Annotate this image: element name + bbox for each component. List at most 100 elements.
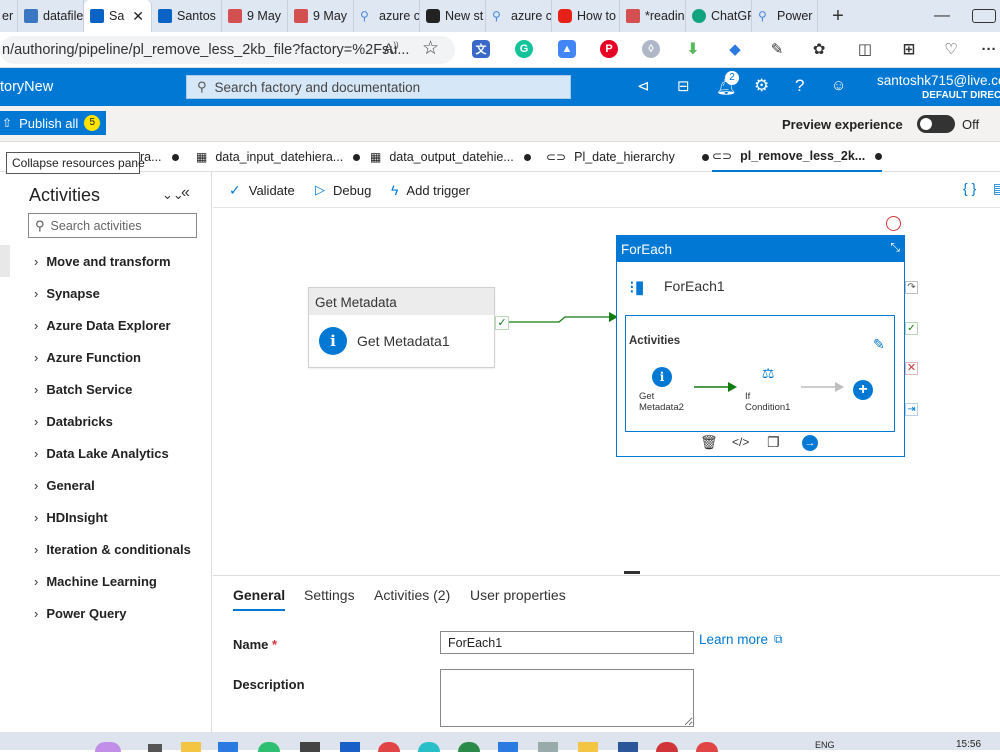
foreach-inner-activities[interactable]: Activities ✎ i Get Metadata2 ⚖ If Conditio… <box>625 315 895 432</box>
activity-group[interactable]: › Synapse <box>34 286 100 301</box>
activity-group[interactable]: › Machine Learning <box>34 574 157 589</box>
close-tab-icon[interactable]: ✕ <box>132 8 144 25</box>
tab-activities[interactable]: Activities (2) <box>374 587 450 603</box>
copy-icon[interactable]: ❐ <box>767 434 780 451</box>
translate-extension-icon[interactable]: 文 <box>472 40 490 58</box>
browser-tab[interactable]: New st <box>420 0 486 32</box>
get-metadata-activity[interactable]: Get Metadata i Get Metadata1 <box>308 287 495 368</box>
announcement-icon[interactable]: ⊲ <box>637 77 650 95</box>
app-icon[interactable] <box>538 742 558 752</box>
browser-tab[interactable]: datafile <box>18 0 84 32</box>
browser-tab[interactable]: 9 May <box>222 0 288 32</box>
app-icon[interactable] <box>458 742 480 752</box>
browser-essentials-icon[interactable]: ♡ <box>942 40 960 58</box>
success-output-icon[interactable]: ✓ <box>905 322 918 335</box>
add-output-icon[interactable]: → <box>802 435 818 451</box>
help-icon[interactable]: ? <box>795 76 804 96</box>
app-icon[interactable] <box>578 742 598 752</box>
pen-extension-icon[interactable]: ✎ <box>768 40 786 58</box>
settings-gear-icon[interactable]: ⚙ <box>754 76 769 96</box>
edge-icon[interactable] <box>418 742 440 752</box>
browser-tab[interactable]: How to <box>552 0 620 32</box>
language-indicator[interactable]: ENG <box>815 740 835 750</box>
app-icon[interactable] <box>656 742 678 752</box>
app-icon[interactable] <box>378 742 400 752</box>
skip-output-icon[interactable]: ↷ <box>905 281 918 294</box>
browser-tab[interactable]: 9 May <box>288 0 354 32</box>
feedback-icon[interactable]: ☺ <box>831 77 846 94</box>
browser-tab[interactable]: ChatGF <box>686 0 752 32</box>
pipeline-tab[interactable]: ra... <box>140 142 179 172</box>
collapse-icon[interactable]: ⤡ <box>890 240 900 255</box>
activity-group[interactable]: › Power Query <box>34 606 127 621</box>
browser-tab[interactable]: er <box>0 0 18 32</box>
foreach-activity[interactable]: ForEach ⤡ ⁝▮ ForEach1 Activities ✎ i Get… <box>616 235 905 457</box>
read-aloud-icon[interactable]: A)) <box>384 40 399 56</box>
completion-output-icon[interactable]: ⇥ <box>905 403 918 416</box>
grammarly-icon[interactable]: G <box>515 40 533 58</box>
add-trigger-button[interactable]: ϟ Add trigger <box>391 182 470 198</box>
browser-tab[interactable]: ⚲ azure c <box>486 0 552 32</box>
name-input[interactable] <box>440 631 694 654</box>
failure-output-icon[interactable]: ✕ <box>905 362 918 375</box>
success-output-icon[interactable]: ✓ <box>495 316 509 330</box>
browser-tab[interactable]: Santos <box>152 0 222 32</box>
activity-group[interactable]: › Azure Function <box>34 350 141 365</box>
browser-tab[interactable]: *readin <box>620 0 686 32</box>
publish-all-button[interactable]: ⇧ Publish all 5 <box>0 111 106 135</box>
collections-icon[interactable]: ⊞ <box>900 40 918 58</box>
factory-search-input[interactable]: ⚲ Search factory and documentation <box>186 75 571 99</box>
pane-resize-handle[interactable] <box>624 571 640 574</box>
shield-extension-icon[interactable]: ◊ <box>642 40 660 58</box>
app-icon[interactable] <box>340 742 360 752</box>
split-screen-icon[interactable]: ◫ <box>856 40 874 58</box>
activity-group[interactable]: › Batch Service <box>34 382 132 397</box>
pinterest-icon[interactable]: P <box>600 40 618 58</box>
activity-group[interactable]: › Databricks <box>34 414 113 429</box>
description-textarea[interactable] <box>440 669 694 727</box>
file-explorer-icon[interactable] <box>181 742 201 752</box>
search-activities-input[interactable]: ⚲ Search activities <box>28 213 197 238</box>
mail-icon[interactable] <box>218 742 238 752</box>
widgets-icon[interactable] <box>95 742 121 752</box>
validate-button[interactable]: ✓ Validate <box>229 182 295 199</box>
properties-icon[interactable]: ▤ <box>993 180 1000 197</box>
browser-tab[interactable]: ⚲ azure c <box>354 0 420 32</box>
breakpoint-icon[interactable] <box>886 216 901 231</box>
clock-time[interactable]: 15:56 <box>956 739 981 750</box>
minimize-button[interactable]: — <box>912 7 972 25</box>
app-icon[interactable] <box>258 742 280 752</box>
maximize-button[interactable] <box>972 9 996 23</box>
app-icon[interactable] <box>498 742 518 752</box>
delete-icon[interactable]: 🗑︎ <box>700 434 718 451</box>
activity-group[interactable]: › Data Lake Analytics <box>34 446 169 461</box>
google-extension-icon[interactable]: ▲ <box>558 40 576 58</box>
tag-extension-icon[interactable]: ◆ <box>726 40 744 58</box>
pipeline-tab[interactable]: ▦ data_output_datehie... <box>370 142 531 172</box>
pipeline-tab[interactable]: ▦ data_input_datehiera... <box>196 142 361 172</box>
pipeline-canvas[interactable]: ✓ Validate ▷ Debug ϟ Add trigger { } ▤ Get … <box>213 172 1000 570</box>
debug-button[interactable]: ▷ Debug <box>315 182 371 198</box>
tab-settings[interactable]: Settings <box>304 587 355 603</box>
add-activity-icon[interactable]: + <box>853 380 873 400</box>
browser-tab[interactable]: ⚲ Power <box>752 0 818 32</box>
activity-group[interactable]: › General <box>34 478 95 493</box>
code-icon[interactable]: </> <box>732 435 749 449</box>
browser-tab-active[interactable]: Sa ✕ <box>84 0 152 32</box>
inner-if-condition-label[interactable]: If Condition1 <box>745 391 790 413</box>
activity-group[interactable]: › HDInsight <box>34 510 108 525</box>
edit-pencil-icon[interactable]: ✎ <box>873 336 885 353</box>
preview-toggle[interactable] <box>917 115 955 133</box>
inner-get-metadata-label[interactable]: Get Metadata2 <box>639 391 684 413</box>
new-tab-button[interactable]: + <box>818 5 858 28</box>
activity-group[interactable]: › Iteration & conditionals <box>34 542 191 557</box>
terminal-icon[interactable] <box>300 742 320 752</box>
extensions-puzzle-icon[interactable]: ✿ <box>810 40 828 58</box>
pipeline-tab-active[interactable]: ⊂⊃ pl_remove_less_2k... <box>712 142 883 172</box>
learn-more-link[interactable]: Learn more ⧉ <box>699 632 783 647</box>
word-icon[interactable] <box>618 742 638 752</box>
code-braces-icon[interactable]: { } <box>963 180 976 196</box>
tab-general[interactable]: General <box>233 587 286 611</box>
collapse-pane-icon[interactable]: « <box>181 184 190 202</box>
user-email[interactable]: santoshk715@live.co <box>877 73 1000 88</box>
